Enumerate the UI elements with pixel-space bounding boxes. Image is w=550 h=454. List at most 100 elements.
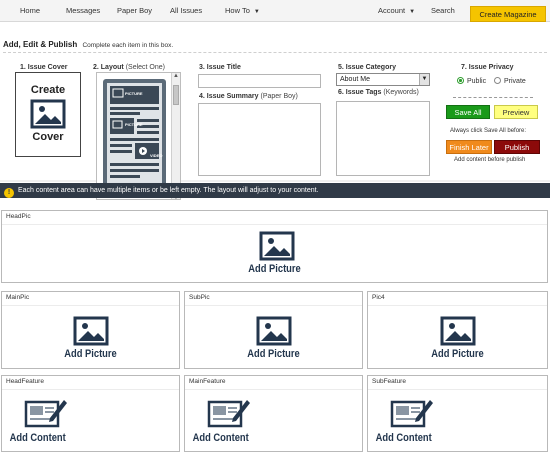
layout-thumbnail[interactable]: PICTURE PICTURE VIDEO [103,79,166,189]
slot-divider [185,305,362,306]
slot-divider [185,389,362,390]
step-summary-text: 4. Issue Summary [199,93,259,100]
finish-later-button[interactable]: Finish Later [446,140,492,154]
create-magazine-button[interactable]: Create Magazine [470,6,546,22]
nav-account[interactable]: Account ▼ [378,0,415,22]
add-picture-label: Add Picture [247,348,300,360]
nav-search[interactable]: Search [431,0,455,22]
slot-divider [2,305,179,306]
step-summary-hint: (Paper Boy) [260,93,298,100]
chevron-down-icon: ▼ [419,74,429,85]
picture-icon [440,316,476,346]
color-swatch[interactable] [103,199,110,200]
slot-divider [368,389,547,390]
slot-mainfeature[interactable]: MainFeature Add Content [184,375,363,452]
nav-how-to[interactable]: How To ▼ [225,0,260,22]
privacy-private-radio[interactable]: Private [494,77,526,85]
add-picture-label: Add Picture [64,348,117,360]
nav-paper-boy[interactable]: Paper Boy [117,0,152,22]
step-tags-text: 6. Issue Tags [338,89,382,96]
picture-icon [73,316,109,346]
panel-title: Add, Edit & Publish [3,40,78,49]
top-nav: Home Messages Paper Boy All Issues How T… [0,0,550,22]
edit-content-icon [207,400,250,428]
slot-divider [2,389,179,390]
issue-category-select[interactable]: About Me ▼ [336,73,430,86]
preview-button[interactable]: Preview [494,105,538,119]
layout-picker[interactable]: PICTURE PICTURE VIDEO ▲ ▼ [96,72,181,200]
step-issue-title-label: 3. Issue Title [199,64,241,71]
add-picture-label: Add Picture [431,348,484,360]
privacy-divider [453,97,533,98]
edit-publish-panel: Add, Edit & Publish Complete each item i… [0,24,550,200]
layout-thumb-video: VIDEO [150,153,163,158]
slot-name: HeadPic [6,213,31,220]
create-cover-button[interactable]: Create Cover [15,72,81,157]
cover-create-text: Create [30,84,66,96]
layout-scrollbar[interactable]: ▲ ▼ [171,73,180,199]
slot-headfeature[interactable]: HeadFeature Add Content [1,375,180,452]
panel-subtitle: Complete each item in this box. [82,42,174,49]
add-content-label: Add Content [9,432,66,444]
add-content-label: Add Content [192,432,249,444]
slot-divider [2,224,547,225]
slot-name: MainFeature [189,378,226,385]
nav-how-to-label: How To [225,6,250,15]
layout-thumb-picture-2: PICTURE [125,122,143,127]
chevron-down-icon: ▼ [409,9,416,15]
step-issue-category-label: 5. Issue Category [338,64,396,71]
save-first-note: Always click Save All before: [450,128,527,134]
issue-title-input[interactable] [198,74,321,88]
chevron-down-icon: ▼ [253,9,260,15]
picture-icon [30,99,66,129]
slot-name: MainPic [6,294,30,301]
step-issue-summary-label: 4. Issue Summary (Paper Boy) [199,93,298,100]
step-issue-cover-label: 1. Issue Cover [20,64,68,71]
step-layout-hint: (Select One) [125,64,165,71]
step-issue-privacy-label: 7. Issue Privacy [461,64,514,71]
picture-icon [256,316,292,346]
info-bar-text: Each content area can have multiple item… [18,187,319,194]
edit-content-icon [24,400,67,428]
privacy-private-label: Private [504,78,526,85]
step-issue-tags-label: 6. Issue Tags (Keywords) [338,89,419,96]
info-bar: ! Each content area can have multiple ite… [0,183,550,198]
scroll-up-icon[interactable]: ▲ [172,73,180,79]
issue-summary-textarea[interactable] [198,103,321,176]
slot-headpic[interactable]: HeadPic Add Picture [1,210,548,283]
radio-unselected-icon [494,77,501,84]
radio-selected-icon [457,77,464,84]
scroll-thumb[interactable] [173,85,179,105]
privacy-public-label: Public [467,78,487,85]
slot-mainpic[interactable]: MainPic Add Picture [1,291,180,369]
slot-subfeature[interactable]: SubFeature Add Content [367,375,548,452]
step-layout-text: 2. Layout [93,64,124,71]
slot-pic4[interactable]: Pic4 Add Picture [367,291,548,369]
slot-name: SubFeature [372,378,406,385]
issue-tags-textarea[interactable] [336,101,430,176]
add-content-label: Add Content [375,432,432,444]
nav-account-label: Account [378,6,406,15]
layout-thumb-picture-1: PICTURE [125,91,143,96]
nav-home[interactable]: Home [20,0,40,22]
save-all-button[interactable]: Save All [446,105,490,119]
edit-content-icon [390,400,433,428]
publish-button[interactable]: Publish [494,140,540,154]
slot-subpic[interactable]: SubPic Add Picture [184,291,363,369]
cover-cover-text: Cover [32,131,64,143]
step-layout-label: 2. Layout (Select One) [93,64,165,71]
slot-name: SubPic [189,294,210,301]
step-tags-hint: (Keywords) [383,89,419,96]
picture-icon [259,231,295,261]
exclamation-icon: ! [4,188,14,198]
panel-header: Add, Edit & Publish Complete each item i… [3,40,547,53]
issue-category-value: About Me [340,76,370,83]
color-swatch[interactable] [111,199,118,200]
slot-divider [368,305,547,306]
add-picture-label: Add Picture [248,263,301,275]
add-content-note: Add content before publish [454,157,526,163]
privacy-public-radio[interactable]: Public [457,77,486,85]
slot-name: HeadFeature [6,378,44,385]
nav-messages[interactable]: Messages [66,0,100,22]
nav-all-issues[interactable]: All Issues [170,0,202,22]
